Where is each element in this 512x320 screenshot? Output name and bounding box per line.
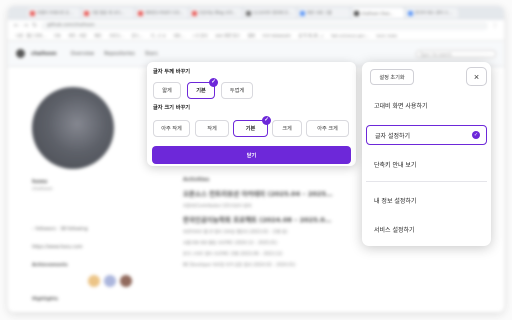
menu-item-service-settings[interactable]: 서비스 설정하기 xyxy=(366,219,487,239)
menu-item-shortcuts[interactable]: 단축키 안내 보기 xyxy=(366,154,487,174)
menu-item-my-info[interactable]: 내 정보 설정하기 xyxy=(366,190,487,210)
check-icon: ✓ xyxy=(262,116,271,125)
weight-option-default[interactable]: 기본 ✓ xyxy=(187,78,218,99)
weight-heading: 글자 두께 바꾸기 xyxy=(153,69,191,75)
size-option-small[interactable]: 작게 xyxy=(195,120,229,137)
menu-item-high-contrast[interactable]: 고대비 화면 사용하기 xyxy=(366,95,487,115)
weight-option-bold[interactable]: 두껍게 xyxy=(221,82,253,99)
size-heading: 글자 크기 바꾸기 xyxy=(153,105,191,111)
size-option-xlarge[interactable]: 아주 크게 xyxy=(306,120,349,137)
screen: 부캠이 하계수련 공… 구름 팔꿈 계 코디… 레퍼런스하네이 디자… 인공지능… xyxy=(0,0,512,320)
accessibility-menu: 설정 초기화 × 고대비 화면 사용하기 글자 설정하기 ✓ 단축키 안내 보기… xyxy=(362,62,491,246)
menu-item-font-settings[interactable]: 글자 설정하기 ✓ xyxy=(366,125,487,145)
menu-item-label: 글자 설정하기 xyxy=(375,132,411,140)
reset-settings-button[interactable]: 설정 초기화 xyxy=(370,69,414,85)
font-settings-panel: 글자 두께 바꾸기 얇게 기본 ✓ 두껍게 글자 크기 바꾸기 아주 작게 작게… xyxy=(147,62,356,166)
check-icon: ✓ xyxy=(472,131,480,139)
check-icon: ✓ xyxy=(209,78,218,87)
weight-option-thin[interactable]: 얇게 xyxy=(153,82,181,99)
size-option-xsmall[interactable]: 아주 작게 xyxy=(153,120,190,137)
close-button[interactable]: 닫기 xyxy=(152,146,351,164)
weight-option-label: 기본 xyxy=(196,88,206,94)
size-option-large[interactable]: 크게 xyxy=(272,120,302,137)
size-option-default[interactable]: 기본 ✓ xyxy=(233,116,271,137)
menu-divider xyxy=(366,181,487,182)
close-icon[interactable]: × xyxy=(466,67,487,86)
size-option-label: 기본 xyxy=(245,126,256,132)
